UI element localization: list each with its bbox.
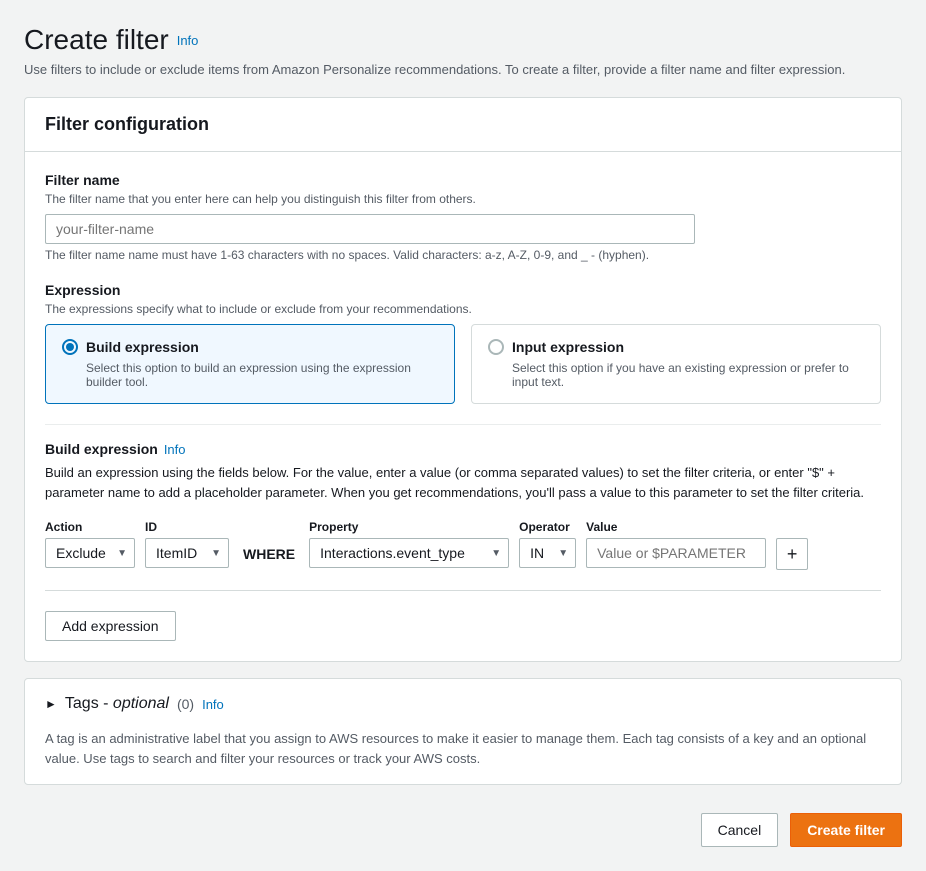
input-option-description: Select this option if you have an existi… <box>512 361 864 389</box>
expression-description: The expressions specify what to include … <box>45 302 881 316</box>
where-label: WHERE <box>239 546 299 562</box>
section-title: Filter configuration <box>45 114 209 134</box>
tags-info-link[interactable]: Info <box>202 697 224 712</box>
page-title: Create filter <box>24 24 169 56</box>
action-select[interactable]: Exclude Include <box>45 538 135 568</box>
operator-select-wrapper: IN = != < > <= >= ▼ <box>519 538 576 568</box>
expression-group: Expression The expressions specify what … <box>45 282 881 404</box>
action-label: Action <box>45 520 135 534</box>
tags-header: ► Tags - optional (0) Info <box>25 679 901 729</box>
property-select[interactable]: Interactions.event_type Items.category U… <box>309 538 509 568</box>
id-select[interactable]: ItemID UserID <box>145 538 229 568</box>
section-body: Filter name The filter name that you ent… <box>25 152 901 661</box>
id-group: ID ItemID UserID ▼ <box>145 520 229 568</box>
filter-name-input[interactable] <box>45 214 695 244</box>
value-input[interactable] <box>586 538 766 568</box>
build-expression-description: Build an expression using the fields bel… <box>45 463 881 502</box>
input-expression-option[interactable]: Input expression Select this option if y… <box>471 324 881 404</box>
build-option-header: Build expression <box>62 339 438 355</box>
build-expression-info-link[interactable]: Info <box>164 442 186 457</box>
expression-label: Expression <box>45 282 881 298</box>
value-label: Value <box>586 520 766 534</box>
tags-description: A tag is an administrative label that yo… <box>25 729 901 784</box>
input-option-label: Input expression <box>512 339 624 355</box>
build-expression-title: Build expression <box>45 441 158 457</box>
filter-name-label: Filter name <box>45 172 881 188</box>
tags-count: (0) <box>177 696 194 712</box>
tags-section: ► Tags - optional (0) Info A tag is an a… <box>24 678 902 785</box>
tags-toggle-icon[interactable]: ► <box>45 697 57 711</box>
tags-title: Tags - optional <box>65 695 169 713</box>
value-group: Value <box>586 520 766 568</box>
build-expression-option[interactable]: Build expression Select this option to b… <box>45 324 455 404</box>
page-header: Create filter Info <box>24 24 902 56</box>
divider <box>45 590 881 591</box>
operator-label: Operator <box>519 520 576 534</box>
action-group: Action Exclude Include ▼ <box>45 520 135 568</box>
filter-name-group: Filter name The filter name that you ent… <box>45 172 881 262</box>
property-group: Property Interactions.event_type Items.c… <box>309 520 509 568</box>
filter-config-card: Filter configuration Filter name The fil… <box>24 97 902 662</box>
build-option-label: Build expression <box>86 339 199 355</box>
build-option-description: Select this option to build an expressio… <box>86 361 438 389</box>
add-expression-button[interactable]: Add expression <box>45 611 176 641</box>
build-expression-section: Build expression Info Build an expressio… <box>45 424 881 641</box>
filter-name-hint: The filter name name must have 1-63 char… <box>45 248 881 262</box>
create-filter-button[interactable]: Create filter <box>790 813 902 847</box>
build-expression-header: Build expression Info <box>45 441 881 457</box>
page-description: Use filters to include or exclude items … <box>24 62 884 77</box>
action-select-wrapper: Exclude Include ▼ <box>45 538 135 568</box>
add-row-button[interactable]: + <box>776 538 808 570</box>
property-select-wrapper: Interactions.event_type Items.category U… <box>309 538 509 568</box>
build-radio[interactable] <box>62 339 78 355</box>
id-label: ID <box>145 520 229 534</box>
cancel-button[interactable]: Cancel <box>701 813 779 847</box>
operator-group: Operator IN = != < > <= >= ▼ <box>519 520 576 568</box>
filter-name-description: The filter name that you enter here can … <box>45 192 881 206</box>
operator-select[interactable]: IN = != < > <= >= <box>519 538 576 568</box>
expression-builder: Action Exclude Include ▼ ID ItemID <box>45 518 881 570</box>
expression-options: Build expression Select this option to b… <box>45 324 881 404</box>
page-info-link[interactable]: Info <box>177 33 199 48</box>
page-footer: Cancel Create filter <box>24 805 902 847</box>
id-select-wrapper: ItemID UserID ▼ <box>145 538 229 568</box>
section-header: Filter configuration <box>25 98 901 152</box>
input-radio[interactable] <box>488 339 504 355</box>
property-label: Property <box>309 520 509 534</box>
input-option-header: Input expression <box>488 339 864 355</box>
